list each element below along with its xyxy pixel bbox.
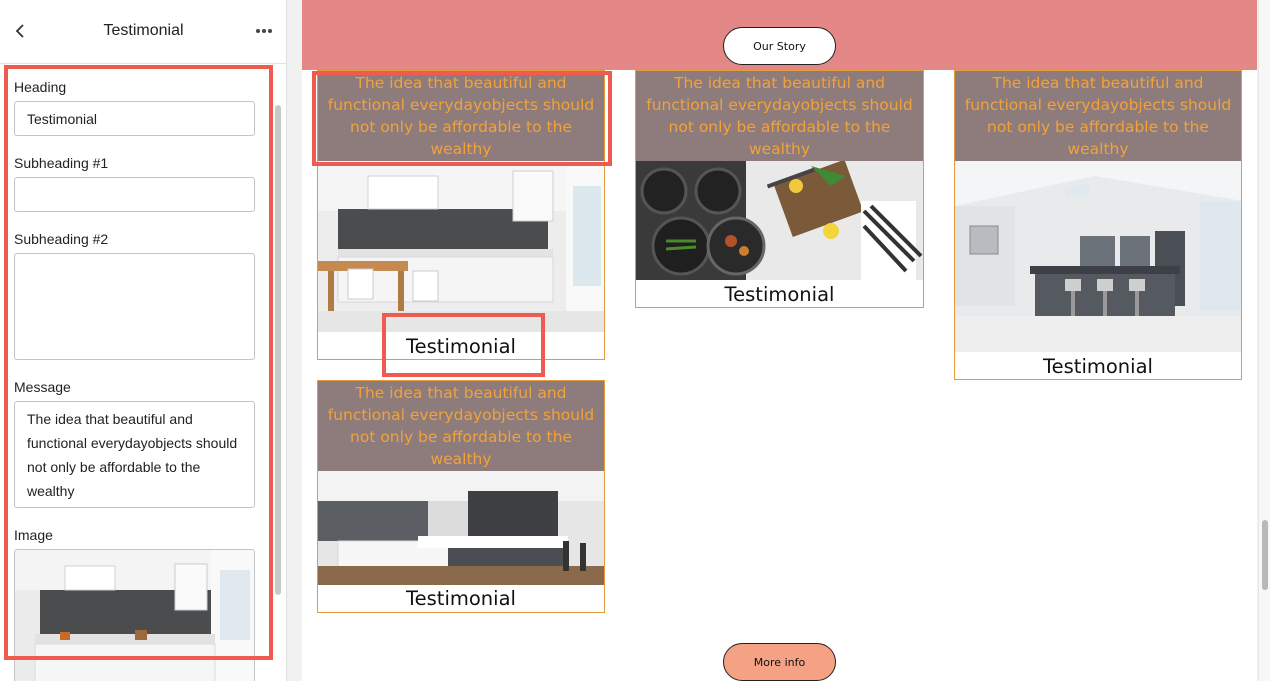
page-scrollbar-thumb[interactable] (1262, 520, 1268, 590)
sidebar-scrollbar[interactable] (275, 105, 281, 595)
more-info-button[interactable]: More info (723, 643, 836, 681)
sidebar-header: Testimonial (0, 0, 286, 64)
kitchen-image (955, 161, 1241, 352)
testimonial-card[interactable]: The idea that beautiful and functional e… (317, 70, 605, 360)
card-message: The idea that beautiful and functional e… (318, 381, 604, 471)
subheading2-textarea[interactable] (14, 253, 255, 360)
testimonial-card[interactable]: The idea that beautiful and functional e… (954, 70, 1242, 380)
card-message: The idea that beautiful and functional e… (318, 71, 604, 161)
more-horizontal-icon (256, 29, 272, 33)
testimonial-card[interactable]: The idea that beautiful and functional e… (317, 380, 605, 613)
kitchen-image (318, 471, 604, 585)
kitchen-image (318, 161, 604, 332)
sidebar-title: Testimonial (103, 22, 184, 39)
subheading1-label: Subheading #1 (14, 155, 109, 171)
kitchen-image-thumbnail (15, 550, 254, 681)
heading-label: Heading (14, 79, 67, 95)
image-picker[interactable] (14, 549, 255, 681)
card-message: The idea that beautiful and functional e… (955, 71, 1241, 161)
message-textarea[interactable]: The idea that beautiful and functional e… (14, 401, 255, 508)
heading-input[interactable] (14, 101, 255, 136)
testimonial-card[interactable]: The idea that beautiful and functional e… (635, 70, 924, 308)
image-label: Image (14, 527, 53, 543)
card-image (318, 471, 604, 585)
page-preview: Our Story The idea that beautiful and fu… (302, 0, 1257, 681)
card-title: Testimonial (724, 283, 835, 306)
card-message: The idea that beautiful and functional e… (636, 71, 923, 161)
card-title: Testimonial (406, 587, 516, 610)
more-options-button[interactable] (252, 20, 276, 42)
cooking-image (636, 161, 923, 280)
subheading1-input[interactable] (14, 177, 255, 212)
subheading2-label: Subheading #2 (14, 231, 109, 247)
card-image (636, 161, 923, 280)
card-title: Testimonial (406, 335, 516, 358)
card-image (955, 161, 1241, 352)
message-label: Message (14, 379, 71, 395)
settings-sidebar: Testimonial Heading Subheading #1 Subhea… (0, 0, 287, 681)
our-story-button[interactable]: Our Story (723, 27, 836, 65)
card-image (318, 161, 604, 332)
card-title: Testimonial (1043, 355, 1153, 378)
